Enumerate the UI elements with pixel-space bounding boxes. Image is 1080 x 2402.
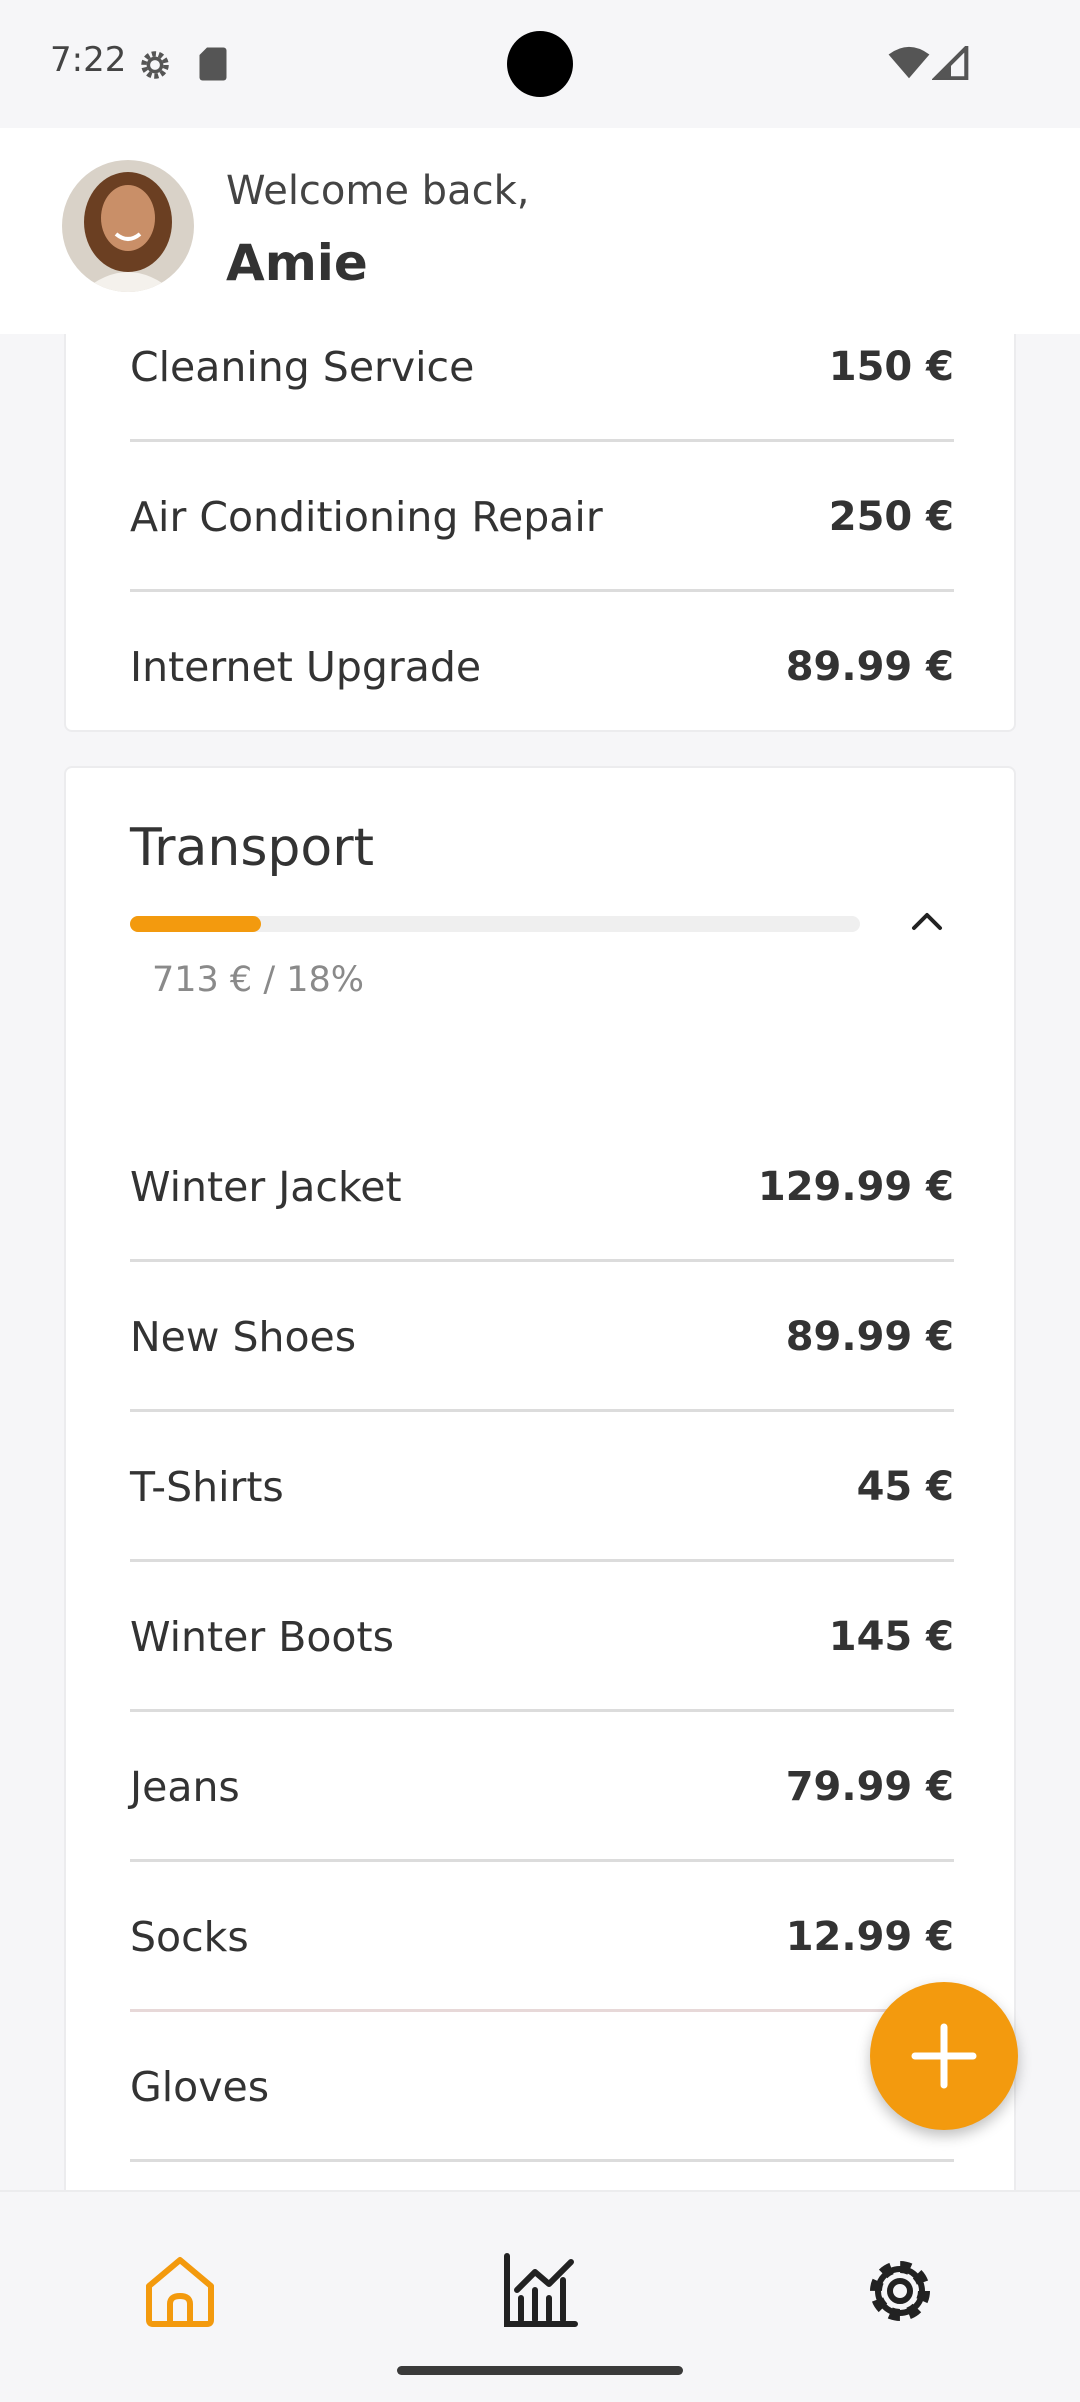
expense-amount: 89.99 € bbox=[785, 644, 954, 690]
plus-icon bbox=[911, 2023, 977, 2089]
expense-amount: 79.99 € bbox=[785, 1764, 954, 1810]
camera-cutout bbox=[507, 31, 573, 97]
chevron-up-icon[interactable] bbox=[898, 892, 956, 950]
category-card-previous: Cleaning Service 150 € Air Conditioning … bbox=[64, 300, 1016, 732]
add-expense-button[interactable] bbox=[870, 1982, 1018, 2130]
avatar[interactable] bbox=[62, 160, 194, 292]
expense-row[interactable]: Socks 12.99 € bbox=[130, 1862, 1014, 2012]
status-time: 7:22 bbox=[50, 40, 127, 80]
expense-row[interactable]: Winter Jacket 129.99 € bbox=[130, 1112, 1014, 1262]
expense-row[interactable]: T-Shirts 45 € bbox=[130, 1412, 1014, 1562]
category-progress-fill bbox=[130, 916, 262, 932]
expense-row[interactable]: Air Conditioning Repair 250 € bbox=[130, 442, 1014, 592]
expense-row[interactable]: New Shoes 89.99 € bbox=[130, 1262, 1014, 1412]
sd-card-icon bbox=[199, 47, 227, 81]
expense-amount: 45 € bbox=[856, 1464, 954, 1510]
wifi-icon bbox=[888, 46, 930, 79]
settings-status-icon bbox=[141, 51, 169, 79]
expense-row[interactable]: Internet Upgrade 89.99 € bbox=[130, 592, 1014, 730]
expense-amount: 12.99 € bbox=[785, 1914, 954, 1960]
gesture-bar bbox=[397, 2366, 683, 2375]
signal-icon bbox=[932, 46, 969, 80]
welcome-text: Welcome back, bbox=[226, 168, 530, 214]
bottom-navigation bbox=[0, 2190, 1080, 2402]
category-progress-bar bbox=[130, 916, 860, 932]
category-summary: 713 € / 18% bbox=[152, 960, 365, 1000]
expense-amount: 89.99 € bbox=[785, 1314, 954, 1360]
gear-icon[interactable] bbox=[855, 2246, 945, 2336]
expense-amount: 129.99 € bbox=[757, 1164, 954, 1210]
user-name: Amie bbox=[226, 234, 368, 292]
chart-icon[interactable] bbox=[495, 2246, 585, 2336]
category-title: Transport bbox=[130, 818, 375, 878]
expense-amount: 250 € bbox=[828, 494, 954, 540]
header: Welcome back, Amie bbox=[0, 128, 1080, 334]
expense-row[interactable]: Winter Boots 145 € bbox=[130, 1562, 1014, 1712]
expense-amount: 145 € bbox=[828, 1614, 954, 1660]
row-divider bbox=[130, 2159, 954, 2162]
expense-row[interactable]: Jeans 79.99 € bbox=[130, 1712, 1014, 1862]
expense-amount: 150 € bbox=[828, 344, 954, 390]
status-bar: 7:22 bbox=[0, 0, 1080, 128]
home-icon[interactable] bbox=[135, 2246, 225, 2336]
